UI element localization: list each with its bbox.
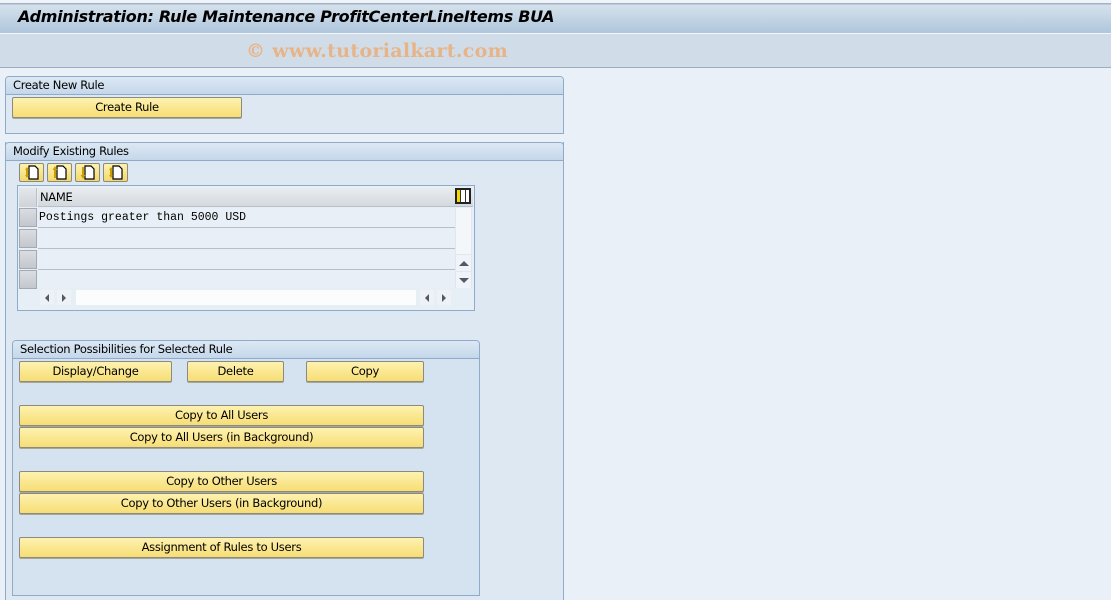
table-row[interactable]: Postings greater than 5000 USD [38, 208, 472, 228]
window-title: Administration: Rule Maintenance ProfitC… [18, 7, 555, 26]
download-button[interactable] [103, 163, 128, 182]
create-rule-group-title: Create New Rule [6, 77, 563, 95]
upload-icon [24, 165, 39, 180]
move-up-icon [52, 165, 67, 180]
table-row[interactable] [38, 250, 472, 270]
rules-table: NAME Postings greater than 5000 USD [17, 185, 475, 311]
arrow-right-icon [62, 293, 66, 302]
upload-button[interactable] [19, 163, 44, 182]
assignment-of-rules-button[interactable]: Assignment of Rules to Users [19, 537, 424, 558]
scroll-left-button[interactable] [40, 290, 54, 305]
select-all-cell[interactable] [19, 188, 37, 207]
row-selector[interactable] [19, 229, 37, 248]
horizontal-scroll-track[interactable] [76, 290, 416, 305]
move-up-button[interactable] [47, 163, 72, 182]
table-row[interactable] [38, 229, 472, 249]
vertical-scroll-track[interactable] [456, 208, 471, 254]
row-selector[interactable] [19, 250, 37, 269]
row-selector[interactable] [19, 270, 37, 289]
column-config-button[interactable] [455, 188, 471, 204]
table-row[interactable] [38, 270, 472, 288]
arrow-left-icon [425, 293, 429, 302]
arrow-left-icon [45, 293, 49, 302]
vertical-scrollbar[interactable] [455, 208, 472, 288]
delete-button[interactable]: Delete [187, 361, 284, 382]
title-bar: Administration: Rule Maintenance ProfitC… [0, 0, 1111, 34]
scroll-right-button[interactable] [57, 290, 71, 305]
download-icon [108, 165, 123, 180]
watermark: © www.tutorialkart.com [246, 40, 509, 62]
copy-to-all-users-background-button[interactable]: Copy to All Users (in Background) [19, 427, 424, 448]
arrow-right-icon [442, 293, 446, 302]
move-down-icon [80, 165, 95, 180]
scroll-right-end-button[interactable] [437, 290, 451, 305]
copy-to-other-users-background-button[interactable]: Copy to Other Users (in Background) [19, 493, 424, 514]
create-rule-button[interactable]: Create Rule [12, 97, 242, 118]
arrow-up-icon [458, 260, 469, 266]
modify-rules-group-title: Modify Existing Rules [6, 143, 563, 161]
arrow-down-icon [458, 277, 469, 283]
display-change-button[interactable]: Display/Change [19, 361, 172, 382]
copy-to-all-users-button[interactable]: Copy to All Users [19, 405, 424, 426]
copy-button[interactable]: Copy [306, 361, 424, 382]
application-toolbar: © www.tutorialkart.com [0, 34, 1111, 68]
column-header-name[interactable]: NAME [38, 188, 473, 207]
scroll-left-end-button[interactable] [420, 290, 434, 305]
scroll-down-button[interactable] [456, 272, 471, 288]
row-selector[interactable] [19, 208, 37, 227]
scroll-up-button[interactable] [456, 255, 471, 271]
copy-to-other-users-button[interactable]: Copy to Other Users [19, 471, 424, 492]
horizontal-scrollbar[interactable] [38, 290, 454, 306]
move-down-button[interactable] [75, 163, 100, 182]
selection-group-title: Selection Possibilities for Selected Rul… [13, 341, 479, 359]
